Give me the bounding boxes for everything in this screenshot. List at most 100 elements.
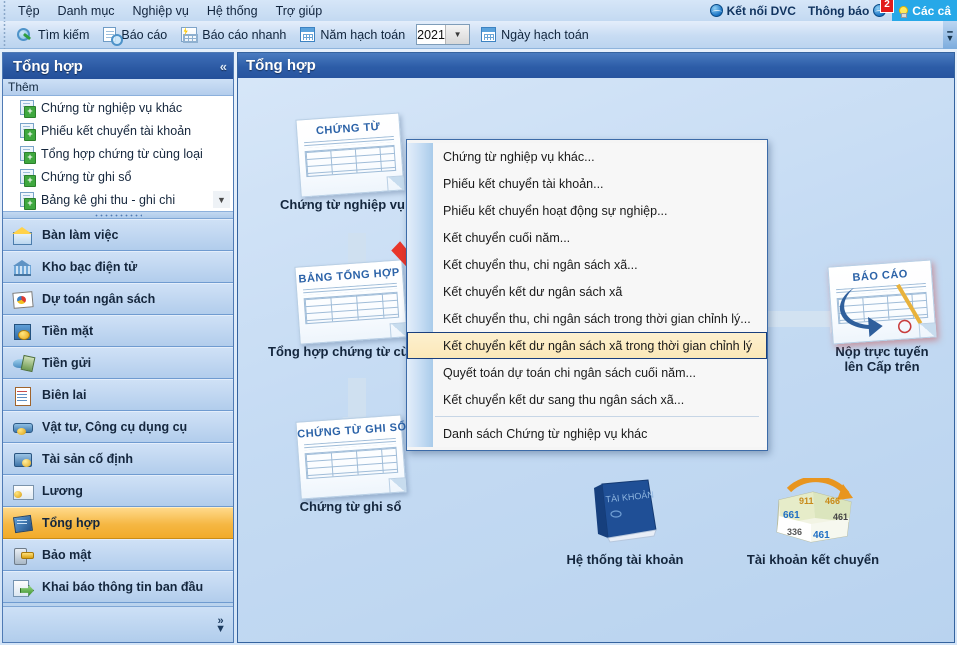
notification-count-badge: 2	[880, 0, 894, 13]
sidebar: Tổng hợp « Thêm Chứng từ nghiệp vụ khác …	[2, 52, 234, 643]
transfer-account-icon: 911 466 661 461 336 461	[776, 476, 853, 543]
menu-item-ket-chuyen-cuoi-nam[interactable]: Kết chuyển cuối năm...	[433, 224, 767, 251]
sidebar-item-label: Khai báo thông tin ban đầu	[42, 580, 204, 594]
workflow-diagram: CHỨNG TỪ Chứng từ nghiệp vụ khác BẢNG TỔ…	[238, 78, 954, 642]
menu-danh-muc[interactable]: Danh mục	[49, 2, 124, 20]
sidebar-item-tong-hop[interactable]: Tổng hợp	[3, 507, 233, 539]
sidebar-footer: » ▼	[3, 606, 233, 642]
menu-item-label: Kết chuyển kết dư ngân sách xã trong thờ…	[443, 338, 753, 353]
sidebar-item-kho-bac-dien-tu[interactable]: Kho bạc điện tử	[3, 251, 233, 283]
sidebar-expand-more-button[interactable]: » ▼	[215, 615, 226, 635]
sidebar-item-khai-bao-thong-tin[interactable]: Khai báo thông tin ban đầu	[3, 571, 233, 603]
menu-item-label: Phiếu kết chuyển hoạt động sự nghiệp...	[443, 203, 668, 218]
lightbulb-icon	[896, 4, 909, 18]
report-button[interactable]: Báo cáo	[96, 23, 174, 47]
calendar-icon	[300, 27, 316, 42]
toolbar-overflow-button[interactable]: ━ ▼	[943, 20, 957, 49]
material-icon	[13, 418, 33, 437]
general-icon	[13, 514, 33, 533]
sidebar-item-label: Tài sản cố định	[42, 452, 133, 466]
budget-icon	[13, 290, 33, 309]
node-tai-khoan-ket-chuyen[interactable]: 911 466 661 461 336 461 Tài khoản kết ch…	[733, 476, 893, 567]
menu-item-ket-chuyen-thu-chi-trong-thoi-gian-chinh-ly[interactable]: Kết chuyển thu, chi ngân sách trong thời…	[433, 305, 767, 332]
page-title: Tổng hợp	[238, 53, 954, 78]
menu-item-ket-chuyen-ket-du-trong-thoi-gian-chinh-ly[interactable]: Kết chuyển kết dư ngân sách xã trong thờ…	[407, 332, 767, 359]
list-scroll-down-icon[interactable]: ▼	[213, 191, 230, 208]
node-label: Tài khoản kết chuyển	[746, 552, 880, 567]
list-item[interactable]: Chứng từ ghi sổ	[3, 165, 233, 188]
report-label: Báo cáo	[121, 27, 168, 42]
node-nop-truc-tuyen[interactable]: BÁO CÁO Nộp trực tuyến lên Cấp trên	[816, 259, 948, 374]
menu-item-ket-chuyen-thu-chi-ngan-sach-xa[interactable]: Kết chuyển thu, chi ngân sách xã...	[433, 251, 767, 278]
menubar-right-group: Kết nối DVC Thông báo 2 Các câ	[704, 0, 957, 21]
menu-item-label: Chứng từ nghiệp vụ khác...	[443, 149, 595, 164]
chevron-down-icon[interactable]: ▼	[444, 25, 470, 44]
list-item[interactable]: Tổng hợp chứng từ cùng loại	[3, 142, 233, 165]
menu-item-quyet-toan-du-toan-chi-ngan-sach-cuoi-nam[interactable]: Quyết toán dự toán chi ngân sách cuối nă…	[433, 359, 767, 386]
posting-date-button[interactable]: Ngày hạch toán	[474, 23, 596, 47]
sidebar-item-tien-mat[interactable]: Tiền mặt	[3, 315, 233, 347]
menu-item-phieu-ket-chuyen-tai-khoan[interactable]: Phiếu kết chuyển tài khoản...	[433, 170, 767, 197]
sidebar-section-label: Thêm	[3, 79, 233, 96]
content-panel: Tổng hợp CHỨNG TỪ Chứng từ nghiệp vụ khá…	[237, 52, 955, 643]
menubar-drag-grip[interactable]	[0, 0, 9, 21]
sidebar-item-vat-tu-cong-cu[interactable]: Vật tư, Công cụ dụng cụ	[3, 411, 233, 443]
list-item[interactable]: Phiếu kết chuyển tài khoản	[3, 119, 233, 142]
menu-item-danh-sach-chung-tu-nghiep-vu-khac[interactable]: Danh sách Chứng từ nghiệp vụ khác	[433, 420, 767, 447]
menu-item-phieu-ket-chuyen-hoat-dong-su-nghiep[interactable]: Phiếu kết chuyển hoạt động sự nghiệp...	[433, 197, 767, 224]
sidebar-item-du-toan-ngan-sach[interactable]: Dự toán ngân sách	[3, 283, 233, 315]
svg-text:466: 466	[825, 496, 840, 506]
posting-date-label: Ngày hạch toán	[501, 27, 589, 42]
sidebar-title: Tổng hợp	[13, 57, 83, 75]
fast-report-button[interactable]: Báo cáo nhanh	[174, 23, 293, 47]
node-label: Chứng từ nghiệp vụ khác	[280, 197, 439, 212]
connect-dvc-button[interactable]: Kết nối DVC	[704, 0, 802, 21]
sidebar-item-bien-lai[interactable]: Biên lai	[3, 379, 233, 411]
chevron-down-icon: ▼	[215, 622, 226, 635]
toolbar-drag-grip[interactable]	[0, 20, 9, 49]
sidebar-header: Tổng hợp «	[3, 53, 233, 79]
sidebar-splitter[interactable]	[3, 212, 233, 219]
fiscal-year-select[interactable]: 2021 ▼	[416, 24, 471, 45]
declare-icon	[13, 578, 33, 597]
menu-nghiep-vu[interactable]: Nghiệp vụ	[124, 2, 198, 20]
context-menu: Chứng từ nghiệp vụ khác... Phiếu kết chu…	[406, 139, 768, 451]
document-add-icon	[20, 169, 36, 187]
sidebar-item-label: Tiền gửi	[42, 356, 92, 370]
node-chung-tu-ghi-so[interactable]: CHỨNG TỪ GHI SỔ Chứng từ ghi sổ	[278, 414, 423, 514]
search-icon	[16, 27, 33, 43]
sidebar-item-label: Tiền mặt	[42, 324, 94, 338]
list-item-label: Bảng kê ghi thu - ghi chi	[41, 192, 176, 207]
paper-table	[303, 291, 399, 325]
sidebar-item-bao-mat[interactable]: Bảo mật	[3, 539, 233, 571]
node-label-line2: lên Cấp trên	[844, 359, 920, 374]
cash-icon	[13, 322, 33, 341]
document-add-icon	[20, 123, 36, 141]
menu-item-ket-chuyen-ket-du-ngan-sach-xa[interactable]: Kết chuyển kết dư ngân sách xã	[433, 278, 767, 305]
notification-badge-wrap: 2	[873, 0, 894, 17]
search-button[interactable]: Tìm kiếm	[9, 23, 96, 47]
menu-item-label: Kết chuyển cuối năm...	[443, 230, 571, 245]
list-item[interactable]: Chứng từ nghiệp vụ khác	[3, 96, 233, 119]
menu-tro-giup[interactable]: Trợ giúp	[267, 2, 332, 20]
menu-he-thong[interactable]: Hệ thống	[198, 2, 267, 20]
menu-item-ket-chuyen-ket-du-sang-thu-ngan-sach-xa[interactable]: Kết chuyển kết dư sang thu ngân sách xã.…	[433, 386, 767, 413]
menu-tep[interactable]: Tệp	[9, 2, 49, 20]
menu-item-chung-tu-nghiep-vu-khac[interactable]: Chứng từ nghiệp vụ khác...	[433, 143, 767, 170]
tips-button[interactable]: Các câ	[892, 0, 957, 21]
fiscal-year-group: Năm hạch toán	[293, 23, 412, 47]
node-chung-tu-nghiep-vu-khac[interactable]: CHỨNG TỪ Chứng từ nghiệp vụ khác	[280, 112, 439, 212]
collapse-sidebar-icon[interactable]: «	[220, 59, 227, 74]
node-he-thong-tai-khoan[interactable]: TÀI KHOẢN Hệ thống tài khoản	[556, 478, 694, 567]
sidebar-item-label: Kho bạc điện tử	[42, 260, 138, 274]
sidebar-item-tien-gui[interactable]: Tiền gửi	[3, 347, 233, 379]
fast-report-icon	[181, 27, 199, 43]
sidebar-item-ban-lam-viec[interactable]: Bàn làm việc	[3, 219, 233, 251]
node-label: Chứng từ ghi sổ	[299, 499, 402, 514]
list-item[interactable]: Bảng kê ghi thu - ghi chi	[3, 188, 233, 211]
notification-button[interactable]: Thông báo 2	[802, 0, 894, 21]
sidebar-item-tai-san-co-dinh[interactable]: Tài sản cố định	[3, 443, 233, 475]
sidebar-item-label: Tổng hợp	[42, 516, 101, 530]
document-add-icon	[20, 192, 36, 210]
sidebar-item-luong[interactable]: Lương	[3, 475, 233, 507]
